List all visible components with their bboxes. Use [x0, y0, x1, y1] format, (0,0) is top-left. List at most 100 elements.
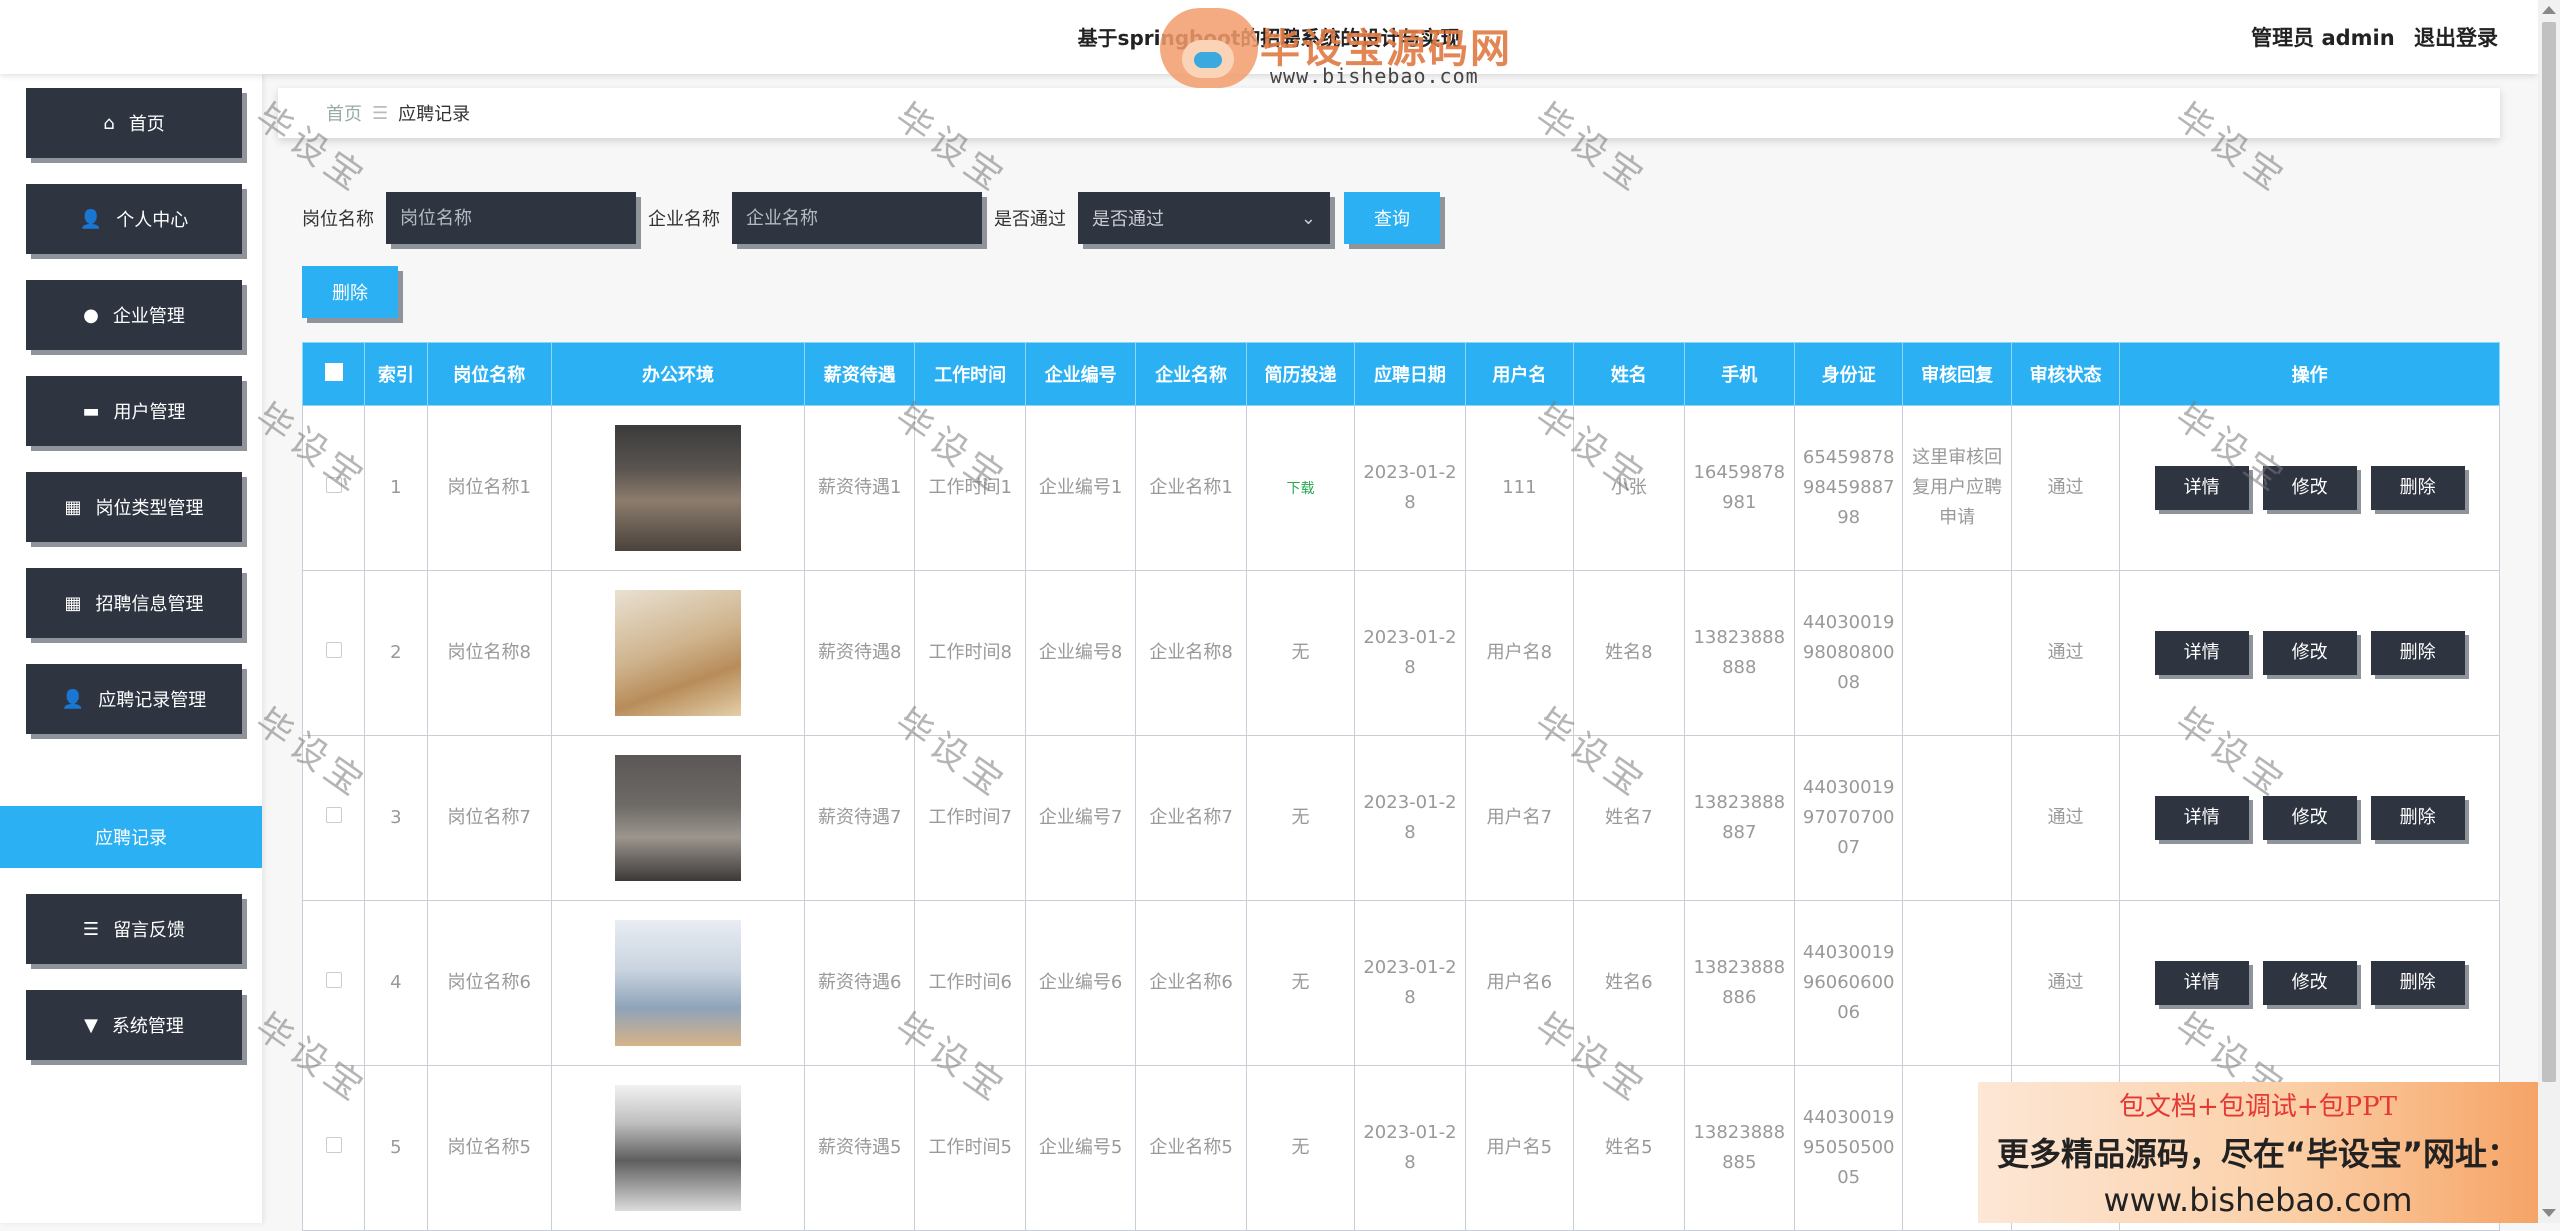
company-name-input[interactable] — [732, 192, 982, 244]
office-photo[interactable] — [615, 590, 742, 716]
scrollbar-thumb[interactable] — [2542, 22, 2556, 1082]
office-photo[interactable] — [615, 755, 742, 881]
row-checkbox[interactable] — [301, 405, 366, 571]
delete-button[interactable]: 删除 — [2370, 961, 2465, 1005]
delete-button[interactable]: 删除 — [2370, 466, 2465, 510]
cell-office-image — [550, 570, 806, 736]
column-header: 企业名称 — [1135, 342, 1247, 406]
checkbox-icon — [325, 807, 342, 823]
sidebar-item-recruit-info[interactable]: ▦ 招聘信息管理 — [26, 568, 242, 638]
table-row: 3 岗位名称7 薪资待遇7 工作时间7 企业编号7 企业名称7 无 2023-01-28 用户名… — [301, 735, 2500, 901]
pass-status-select[interactable]: 是否通过 ⌄ — [1078, 192, 1330, 244]
cell-company: 企业名称5 — [1135, 1065, 1247, 1231]
cell-company-no: 企业编号1 — [1024, 405, 1137, 571]
column-header: 工作时间 — [914, 342, 1026, 406]
edit-button[interactable]: 修改 — [2262, 796, 2357, 840]
cell-work-time: 工作时间8 — [914, 570, 1026, 736]
batch-delete-button[interactable]: 删除 — [302, 266, 398, 318]
logout-link[interactable]: 退出登录 — [2414, 26, 2498, 50]
column-header: 企业编号 — [1024, 342, 1137, 406]
office-photo[interactable] — [615, 425, 742, 551]
column-header: 岗位名称 — [426, 342, 552, 406]
column-header: 简历投递 — [1245, 342, 1356, 406]
pass-status-value: 是否通过 — [1092, 209, 1164, 230]
row-checkbox[interactable] — [301, 735, 366, 901]
query-button[interactable]: 查询 — [1344, 192, 1440, 244]
position-name-label: 岗位名称 — [302, 209, 374, 230]
cell-resume: 无 — [1245, 900, 1356, 1066]
table-row: 2 岗位名称8 薪资待遇8 工作时间8 企业编号8 企业名称8 无 2023-01-28 用户名… — [301, 570, 2500, 736]
cell-salary: 薪资待遇6 — [804, 900, 916, 1066]
cell-office-image — [550, 1065, 806, 1231]
user-area: 管理员 admin 退出登录 — [2241, 22, 2498, 52]
sidebar-item-label: 岗位类型管理 — [95, 498, 204, 519]
edit-button[interactable]: 修改 — [2262, 631, 2357, 675]
detail-button[interactable]: 详情 — [2154, 796, 2249, 840]
company-name-label: 企业名称 — [648, 209, 720, 230]
resume-download-link[interactable]: 下载 — [1287, 481, 1315, 497]
user-icon: 👤 — [79, 208, 103, 230]
row-actions: 详情修改删除 — [2124, 631, 2495, 675]
cell-index: 5 — [364, 1065, 428, 1231]
office-photo[interactable] — [615, 1085, 742, 1211]
sidebar-item-job-types[interactable]: ▦ 岗位类型管理 — [26, 472, 242, 542]
ad-banner[interactable]: 包文档+包调试+包PPT 更多精品源码，尽在“毕设宝”网址： www.bishe… — [1978, 1082, 2538, 1223]
cell-phone: 16459878981 — [1683, 405, 1795, 571]
edit-button[interactable]: 修改 — [2262, 466, 2357, 510]
sidebar-subitem-application-records[interactable]: 应聘记录 — [0, 806, 262, 868]
row-checkbox[interactable] — [301, 570, 366, 736]
detail-button[interactable]: 详情 — [2154, 631, 2249, 675]
cell-name: 小张 — [1573, 405, 1685, 571]
edit-button[interactable]: 修改 — [2262, 961, 2357, 1005]
vertical-scrollbar[interactable] — [2538, 0, 2560, 1223]
cell-actions: 详情修改删除 — [2119, 900, 2500, 1066]
cell-reply — [1902, 900, 2012, 1066]
cell-salary: 薪资待遇1 — [804, 405, 916, 571]
sidebar-item-company[interactable]: ● 企业管理 — [26, 280, 242, 350]
detail-button[interactable]: 详情 — [2154, 466, 2249, 510]
user-icon: 👤 — [61, 688, 85, 710]
ad-line-3: www.bishebao.com — [2103, 1181, 2413, 1219]
cell-reply: 这里审核回复用户应聘申请 — [1902, 405, 2012, 571]
row-checkbox[interactable] — [301, 1065, 366, 1231]
cell-date: 2023-01-28 — [1354, 735, 1466, 901]
sidebar-item-feedback[interactable]: ☰ 留言反馈 — [26, 894, 242, 964]
column-header: 姓名 — [1573, 342, 1685, 406]
checkbox-icon — [325, 972, 342, 988]
sidebar-item-label: 企业管理 — [112, 306, 185, 327]
sidebar-item-applications[interactable]: 👤 应聘记录管理 — [26, 664, 242, 734]
sidebar-item-label: 用户管理 — [113, 402, 186, 423]
select-all-checkbox[interactable] — [301, 342, 366, 406]
delete-button[interactable]: 删除 — [2370, 796, 2465, 840]
breadcrumb-home[interactable]: 首页 — [326, 100, 362, 126]
detail-button[interactable]: 详情 — [2154, 961, 2249, 1005]
scroll-up-icon[interactable] — [2542, 6, 2556, 14]
row-actions: 详情修改删除 — [2124, 466, 2495, 510]
row-checkbox[interactable] — [301, 900, 366, 1066]
scroll-down-icon[interactable] — [2542, 1209, 2556, 1217]
sidebar-item-label: 招聘信息管理 — [95, 594, 204, 615]
cell-date: 2023-01-28 — [1354, 405, 1466, 571]
cell-name: 姓名7 — [1573, 735, 1685, 901]
sidebar-item-home[interactable]: ⌂ 首页 — [26, 88, 242, 158]
cell-index: 4 — [364, 900, 428, 1066]
sidebar-item-label: 应聘记录管理 — [98, 690, 207, 711]
office-photo[interactable] — [615, 920, 742, 1046]
cell-work-time: 工作时间7 — [914, 735, 1026, 901]
cell-actions: 详情修改删除 — [2119, 405, 2500, 571]
position-name-input[interactable] — [386, 192, 636, 244]
sidebar-item-system[interactable]: ▼ 系统管理 — [26, 990, 242, 1060]
column-header: 审核状态 — [2010, 342, 2121, 406]
cell-resume: 下载 — [1245, 405, 1356, 571]
delete-button[interactable]: 删除 — [2370, 631, 2465, 675]
checkbox-icon — [325, 477, 342, 493]
table-row: 4 岗位名称6 薪资待遇6 工作时间6 企业编号6 企业名称6 无 2023-01-28 用户名… — [301, 900, 2500, 1066]
cell-position: 岗位名称6 — [426, 900, 552, 1066]
cell-username: 用户名7 — [1464, 735, 1575, 901]
sidebar-item-profile[interactable]: 👤 个人中心 — [26, 184, 242, 254]
sidebar-item-users[interactable]: ▬ 用户管理 — [26, 376, 242, 446]
logo-url: www.bishebao.com — [1270, 64, 1479, 88]
cell-id-card: 440300199606060006 — [1793, 900, 1904, 1066]
cell-company: 企业名称1 — [1135, 405, 1247, 571]
cell-date: 2023-01-28 — [1354, 1065, 1466, 1231]
